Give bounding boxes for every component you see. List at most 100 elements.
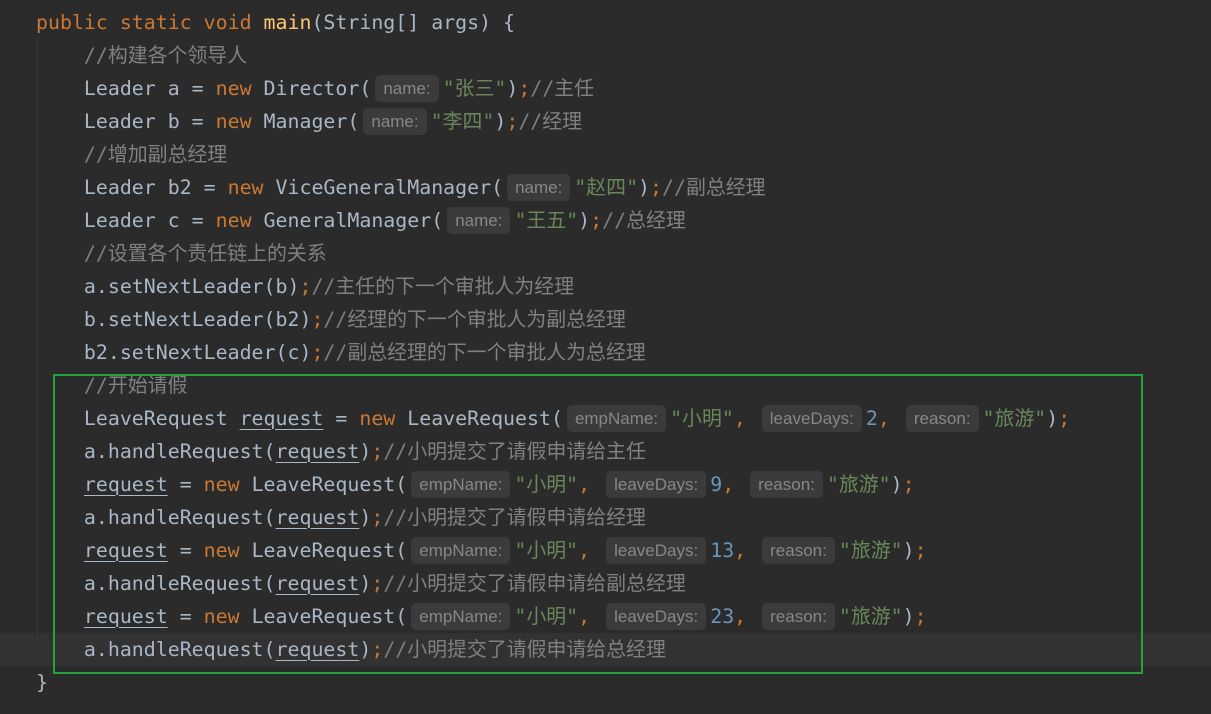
code-line[interactable]: b2.setNextLeader(c);//副总经理的下一个审批人为总经理 [0, 336, 1211, 369]
code-line-current[interactable]: a.handleRequest(request);//小明提交了请假申请给总经理 [0, 632, 1211, 666]
comment: //小明提交了请假申请给主任 [383, 439, 646, 463]
code-text: ViceGeneralManager( [263, 175, 504, 199]
punctuation: , [722, 472, 735, 496]
keyword: new [215, 109, 252, 133]
punctuation: ; [518, 76, 531, 100]
local-variable: request [275, 439, 360, 463]
parameter-hint: leaveDays: [606, 470, 707, 498]
keyword: new [215, 76, 252, 100]
code-text: = [167, 538, 204, 562]
code-text: } [36, 670, 48, 694]
punctuation: ; [371, 505, 384, 529]
code-text: LeaveRequest [36, 406, 240, 430]
parameter-hint: name: [375, 74, 439, 102]
punctuation: , [734, 604, 747, 628]
code-line[interactable]: LeaveRequest request = new LeaveRequest(… [0, 402, 1211, 435]
local-variable: request [83, 538, 168, 562]
code-line[interactable]: b.setNextLeader(b2);//经理的下一个审批人为副总经理 [0, 303, 1211, 336]
code-line[interactable]: a.handleRequest(request);//小明提交了请假申请给主任 [0, 435, 1211, 468]
local-variable: request [275, 505, 360, 529]
string-literal: "旅游" [838, 538, 903, 562]
comment: //副总经理 [662, 175, 766, 199]
punctuation: , [578, 538, 591, 562]
code-text: a.handleRequest( [36, 637, 276, 661]
local-variable: request [275, 571, 360, 595]
keyword: new [227, 175, 264, 199]
parameter-hint: reason: [762, 536, 835, 564]
comment: //副总经理的下一个审批人为总经理 [323, 340, 646, 364]
code-text: = [323, 406, 360, 430]
code-line[interactable]: Leader b = new Manager(name: "李四");//经理 [0, 105, 1211, 138]
code-line[interactable]: } [0, 666, 1211, 699]
parameter-hint: empName: [411, 470, 511, 498]
comment: //经理 [518, 109, 583, 133]
string-literal: "旅游" [838, 604, 903, 628]
code-text: a.handleRequest( [36, 439, 276, 463]
code-line[interactable]: Leader c = new GeneralManager(name: "王五")… [0, 204, 1211, 237]
punctuation: , [734, 538, 747, 562]
number-literal: 9 [710, 472, 723, 496]
parameter-hint: leaveDays: [761, 404, 862, 432]
code-text: ) [494, 109, 507, 133]
punctuation: ; [506, 109, 519, 133]
code-text: LeaveRequest( [239, 604, 408, 628]
code-line[interactable]: //设置各个责任链上的关系 [0, 237, 1211, 270]
punctuation: ; [650, 175, 663, 199]
code-editor[interactable]: public static void main(String[] args) {… [0, 0, 1211, 714]
local-variable: request [275, 637, 360, 661]
punctuation: ; [1058, 406, 1071, 430]
code-line[interactable]: //增加副总经理 [0, 138, 1211, 171]
code-line[interactable]: //开始请假 [0, 369, 1211, 402]
parameter-hint: name: [507, 173, 571, 201]
local-variable: request [239, 406, 324, 430]
code-line[interactable]: a.handleRequest(request);//小明提交了请假申请给经理 [0, 501, 1211, 534]
parameter-hint: reason: [905, 404, 979, 432]
parameter-hint: empName: [411, 536, 511, 564]
comment: //设置各个责任链上的关系 [36, 241, 327, 265]
code-line[interactable]: Leader a = new Director(name: "张三");//主任 [0, 72, 1211, 105]
code-line[interactable]: request = new LeaveRequest(empName: "小明",… [0, 600, 1211, 633]
punctuation: ; [299, 274, 312, 298]
parameter-hint: leaveDays: [606, 536, 707, 564]
punctuation: ; [311, 340, 324, 364]
code-line[interactable]: request = new LeaveRequest(empName: "小明",… [0, 468, 1211, 501]
keyword: new [215, 208, 252, 232]
code-line[interactable]: public static void main(String[] args) { [0, 6, 1211, 39]
code-text: ) [506, 76, 519, 100]
code-text: ) [359, 439, 372, 463]
string-literal: "赵四" [574, 175, 639, 199]
punctuation: , [578, 604, 591, 628]
method-name: main [263, 10, 312, 34]
comment: //构建各个领导人 [36, 43, 248, 67]
code-text: ) [1046, 406, 1059, 430]
punctuation: ; [311, 307, 324, 331]
string-literal: "小明" [514, 472, 579, 496]
keyword: new [203, 472, 240, 496]
punctuation: ; [914, 538, 927, 562]
number-literal: 13 [710, 538, 735, 562]
code-line[interactable]: //构建各个领导人 [0, 39, 1211, 72]
code-text: ) [902, 538, 915, 562]
parameter-hint: reason: [762, 602, 835, 630]
code-text: ) [359, 505, 372, 529]
comment: //经理的下一个审批人为副总经理 [323, 307, 626, 331]
string-literal: "小明" [670, 406, 734, 430]
code-text: Leader c = [36, 208, 216, 232]
code-text: Director( [251, 76, 372, 100]
code-line[interactable]: a.setNextLeader(b);//主任的下一个审批人为经理 [0, 270, 1211, 303]
comment: //开始请假 [36, 373, 188, 397]
parameter-hint: name: [447, 206, 511, 234]
comment: //主任 [530, 76, 595, 100]
code-line[interactable]: Leader b2 = new ViceGeneralManager(name:… [0, 171, 1211, 204]
comment: //小明提交了请假申请给总经理 [383, 637, 666, 661]
code-line[interactable]: request = new LeaveRequest(empName: "小明",… [0, 534, 1211, 567]
code-line[interactable]: a.handleRequest(request);//小明提交了请假申请给副总经… [0, 567, 1211, 600]
comment: //小明提交了请假申请给副总经理 [383, 571, 686, 595]
